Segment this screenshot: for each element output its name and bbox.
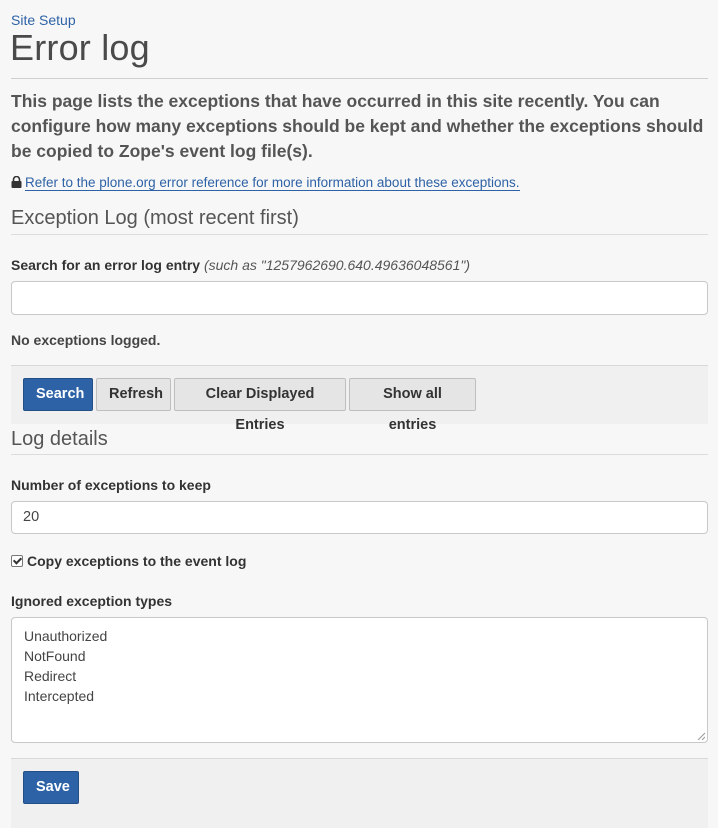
search-entry-input[interactable] — [11, 281, 708, 315]
exception-log-divider — [11, 234, 708, 235]
show-all-entries-button[interactable]: Show all entries — [349, 378, 476, 433]
copy-to-event-log-label: Copy exceptions to the event log — [27, 553, 247, 569]
ignored-type-line: NotFound — [24, 648, 86, 664]
page-title: Error log — [10, 27, 150, 68]
ignored-type-line: Redirect — [24, 668, 77, 684]
clear-displayed-entries-button[interactable]: Clear Displayed Entries — [174, 378, 346, 433]
exception-log-legend: Exception Log (most recent first) — [11, 207, 299, 229]
search-button[interactable]: Search — [23, 378, 93, 411]
page-description: This page lists the exceptions that have… — [11, 91, 704, 161]
save-button[interactable]: Save — [23, 771, 79, 804]
exceptions-to-keep-input[interactable]: 20 — [11, 501, 708, 534]
error-reference-link[interactable]: Refer to the plone.org error reference f… — [25, 175, 520, 191]
exceptions-to-keep-label: Number of exceptions to keep — [11, 477, 211, 493]
lock-icon — [11, 175, 22, 191]
refresh-button[interactable]: Refresh — [96, 378, 171, 411]
log-details-legend: Log details — [11, 428, 108, 450]
title-divider — [11, 78, 708, 79]
ignored-type-line: Intercepted — [24, 688, 95, 704]
resize-grip-icon[interactable] — [697, 732, 705, 740]
exceptions-status: No exceptions logged. — [11, 332, 161, 348]
ignored-type-line: Unauthorized — [24, 628, 108, 644]
copy-to-event-log-checkbox[interactable] — [11, 555, 23, 567]
reference-link-row: Refer to the plone.org error reference f… — [11, 175, 520, 191]
breadcrumb-site-setup[interactable]: Site Setup — [11, 12, 76, 28]
search-entry-label-text: Search for an error log entry — [11, 257, 201, 273]
ignored-exception-types-label: Ignored exception types — [11, 593, 173, 609]
log-details-divider — [11, 454, 708, 455]
search-entry-hint: (such as "1257962690.640.49636048561") — [203, 257, 471, 273]
copy-to-event-log-row: Copy exceptions to the event log — [11, 553, 246, 569]
search-entry-label: Search for an error log entry (such as "… — [11, 257, 470, 273]
ignored-exception-types-textarea[interactable]: Unauthorized NotFound Redirect Intercept… — [11, 617, 708, 743]
log-details-actions — [11, 758, 708, 828]
